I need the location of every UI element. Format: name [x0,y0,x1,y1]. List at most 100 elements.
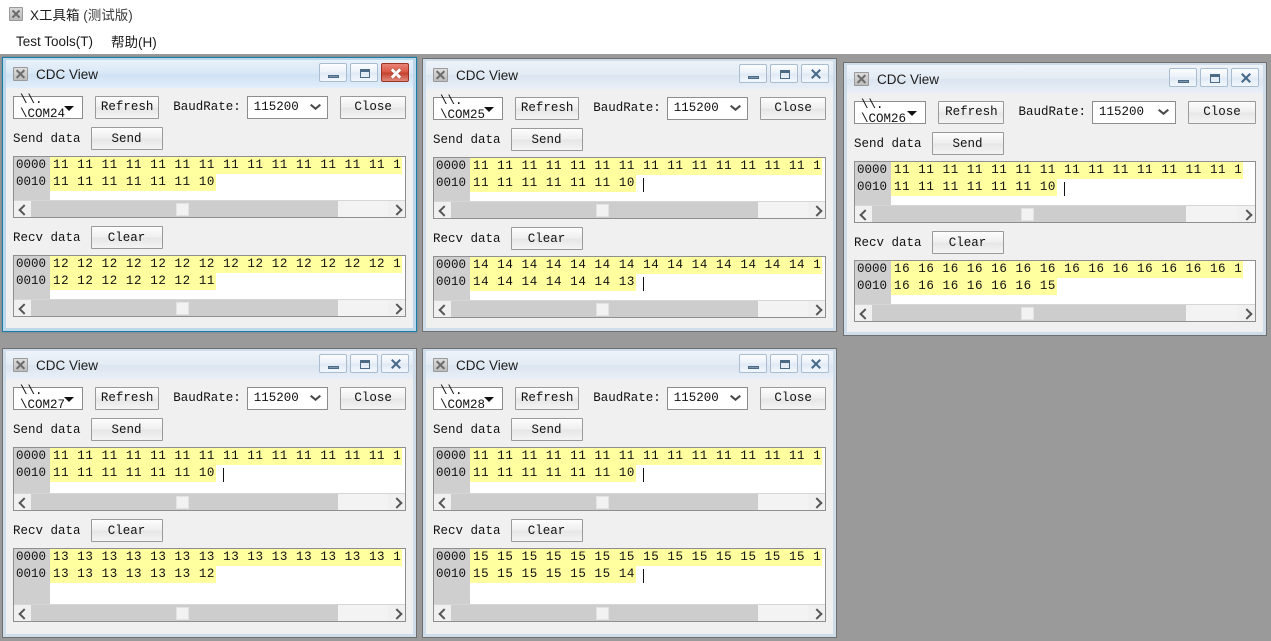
scroll-left-arrow-icon[interactable] [434,301,451,318]
horizontal-scrollbar[interactable] [434,201,825,218]
send-button[interactable]: Send [511,128,583,151]
scroll-left-arrow-icon[interactable] [434,494,451,511]
scrollbar-thumb[interactable] [176,607,189,620]
horizontal-scrollbar[interactable] [855,304,1255,321]
close-port-button[interactable]: Close [340,387,406,410]
horizontal-scrollbar[interactable] [14,299,405,316]
scrollbar-thumb[interactable] [176,496,189,509]
maximize-button[interactable] [1200,68,1228,87]
scrollbar-thumb[interactable] [176,302,189,315]
minimize-button[interactable] [319,354,347,373]
scroll-left-arrow-icon[interactable] [14,605,31,622]
scroll-left-arrow-icon[interactable] [14,494,31,511]
scroll-right-arrow-icon[interactable] [1238,305,1255,322]
close-port-button[interactable]: Close [340,96,406,119]
cdc-view-com27[interactable]: CDC View\\. \COM27RefreshBaudRate:115200… [2,348,417,638]
port-select[interactable]: \\. \COM27 [13,387,83,410]
scroll-left-arrow-icon[interactable] [14,201,31,218]
close-button[interactable] [381,354,409,373]
clear-button[interactable]: Clear [511,519,583,542]
baudrate-select[interactable]: 115200 [667,97,749,120]
scroll-right-arrow-icon[interactable] [388,201,405,218]
send-button[interactable]: Send [91,127,163,150]
port-select[interactable]: \\. \COM25 [433,97,503,120]
close-port-button[interactable]: Close [760,97,826,120]
port-select[interactable]: \\. \COM24 [13,96,83,119]
close-port-button[interactable]: Close [760,387,826,410]
horizontal-scrollbar[interactable] [434,493,825,510]
baudrate-select[interactable]: 115200 [667,387,749,410]
scrollbar-track[interactable] [31,300,388,317]
horizontal-scrollbar[interactable] [855,205,1255,222]
scrollbar-track[interactable] [451,202,808,219]
window-titlebar[interactable]: CDC View [426,351,833,379]
refresh-button[interactable]: Refresh [938,101,1004,124]
minimize-button[interactable] [739,354,767,373]
scroll-right-arrow-icon[interactable] [808,494,825,511]
scroll-left-arrow-icon[interactable] [855,206,872,223]
menu-item-help[interactable]: 帮助(H) [102,28,166,54]
maximize-button[interactable] [350,354,378,373]
window-titlebar[interactable]: CDC View [847,65,1263,93]
window-titlebar[interactable]: CDC View [6,351,413,379]
close-button[interactable] [381,63,409,82]
close-port-button[interactable]: Close [1188,101,1256,124]
scroll-right-arrow-icon[interactable] [808,605,825,622]
scroll-right-arrow-icon[interactable] [1238,206,1255,223]
horizontal-scrollbar[interactable] [14,200,405,217]
close-button[interactable] [1231,68,1259,87]
minimize-button[interactable] [1169,68,1197,87]
scrollbar-track[interactable] [31,494,388,511]
send-button[interactable]: Send [932,132,1004,155]
close-button[interactable] [801,64,829,83]
window-titlebar[interactable]: CDC View [426,61,833,89]
scrollbar-track[interactable] [872,305,1238,322]
send-button[interactable]: Send [91,418,163,441]
scroll-left-arrow-icon[interactable] [434,605,451,622]
scroll-left-arrow-icon[interactable] [855,305,872,322]
refresh-button[interactable]: Refresh [95,387,159,410]
scrollbar-thumb[interactable] [596,303,609,316]
minimize-button[interactable] [319,63,347,82]
cdc-view-com28[interactable]: CDC View\\. \COM28RefreshBaudRate:115200… [422,348,837,638]
cdc-view-com25[interactable]: CDC View\\. \COM25RefreshBaudRate:115200… [422,58,837,332]
scrollbar-track[interactable] [31,201,388,218]
baudrate-select[interactable]: 115200 [247,387,329,410]
port-select[interactable]: \\. \COM26 [854,101,926,124]
clear-button[interactable]: Clear [932,231,1004,254]
maximize-button[interactable] [770,354,798,373]
horizontal-scrollbar[interactable] [434,604,825,621]
scrollbar-track[interactable] [451,301,808,318]
scroll-left-arrow-icon[interactable] [14,300,31,317]
cdc-view-com26[interactable]: CDC View\\. \COM26RefreshBaudRate:115200… [843,62,1267,336]
horizontal-scrollbar[interactable] [434,300,825,317]
menu-item-test-tools[interactable]: Test Tools(T) [7,31,102,52]
minimize-button[interactable] [739,64,767,83]
scrollbar-track[interactable] [451,494,808,511]
scrollbar-track[interactable] [872,206,1238,223]
clear-button[interactable]: Clear [91,519,163,542]
scroll-right-arrow-icon[interactable] [388,494,405,511]
port-select[interactable]: \\. \COM28 [433,387,503,410]
scroll-right-arrow-icon[interactable] [808,301,825,318]
clear-button[interactable]: Clear [511,227,583,250]
cdc-view-com24[interactable]: CDC View\\. \COM24RefreshBaudRate:115200… [2,57,417,332]
maximize-button[interactable] [770,64,798,83]
scroll-right-arrow-icon[interactable] [808,202,825,219]
refresh-button[interactable]: Refresh [515,97,579,120]
send-button[interactable]: Send [511,418,583,441]
scrollbar-thumb[interactable] [596,496,609,509]
scrollbar-thumb[interactable] [596,607,609,620]
baudrate-select[interactable]: 115200 [247,96,329,119]
scrollbar-track[interactable] [451,605,808,622]
clear-button[interactable]: Clear [91,226,163,249]
horizontal-scrollbar[interactable] [14,604,405,621]
scrollbar-thumb[interactable] [1021,208,1034,221]
horizontal-scrollbar[interactable] [14,493,405,510]
scroll-right-arrow-icon[interactable] [388,300,405,317]
scrollbar-thumb[interactable] [1021,307,1034,320]
refresh-button[interactable]: Refresh [515,387,579,410]
scrollbar-thumb[interactable] [176,203,189,216]
scroll-left-arrow-icon[interactable] [434,202,451,219]
maximize-button[interactable] [350,63,378,82]
